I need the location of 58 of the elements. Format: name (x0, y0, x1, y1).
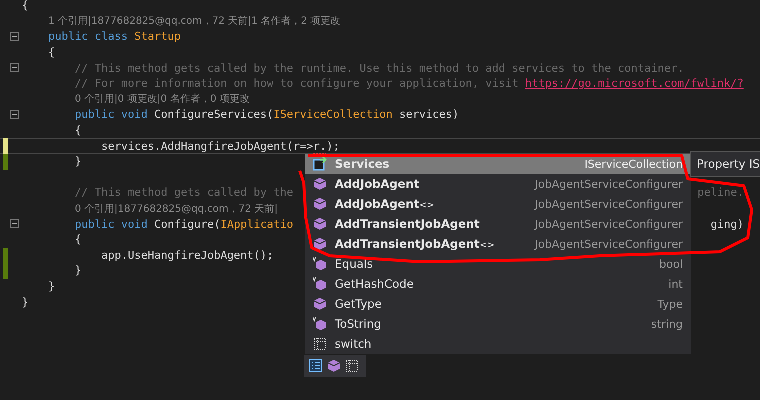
code-text: } (48, 280, 56, 293)
code-text: { (74, 233, 82, 246)
completion-item[interactable]: AddJobAgent<> JobAgentServiceConfigurer (305, 194, 691, 214)
code-text: services) (400, 108, 460, 122)
code-text: public class (48, 30, 129, 44)
list-icon[interactable] (309, 359, 323, 373)
cube-icon (313, 297, 327, 311)
collapse-icon[interactable] (10, 63, 19, 72)
code-text: public void (74, 108, 149, 122)
code-text: Startup (134, 30, 181, 44)
code-text: public void (74, 218, 149, 231)
tooltip-text: Property IS (690, 151, 760, 177)
codelens-text[interactable]: 0 个引用|1877682825@qq.com，72 天前| (74, 202, 278, 216)
code-text: Configure( (154, 218, 221, 231)
completion-item[interactable]: Equals bool (305, 254, 691, 274)
code-text: } (74, 155, 82, 168)
cube-icon[interactable] (327, 359, 341, 373)
cube-icon (313, 197, 327, 211)
codelens-text[interactable]: 0 个引用|0 项更改|0 名作者，0 项更改 (74, 92, 250, 106)
code-text: } (74, 264, 82, 278)
completion-item[interactable]: switch (305, 334, 691, 354)
cube-icon (313, 237, 327, 251)
code-text: ConfigureServices( (154, 108, 274, 122)
code-text: services.AddHangfireJobAgent(r=> (101, 140, 314, 153)
code-text: IApplicatio (220, 218, 294, 231)
code-text: r. (313, 140, 327, 153)
code-text: IServiceCollection (274, 108, 393, 122)
code-text: } (22, 296, 29, 309)
codelens-text[interactable]: 1 个引用|1877682825@qq.com，72 天前|1 名作者，2 项更改 (48, 14, 341, 28)
cube-icon (313, 217, 327, 231)
code-text: app.UseHangfireJobAgent(); (101, 248, 274, 262)
completion-item[interactable]: GetType Type (305, 294, 691, 314)
dotted-square-icon (313, 337, 327, 351)
completion-item[interactable]: AddTransientJobAgent JobAgentServiceConfigurer (305, 214, 691, 234)
code-text: { (48, 46, 56, 60)
code-comment: // For more information on how to configure your application, visit (74, 77, 520, 90)
cube-icon (313, 177, 327, 191)
code-text: { (74, 124, 82, 138)
completion-item[interactable]: AddTransientJobAgent<> JobAgentServiceConfigurer (305, 234, 691, 254)
completion-item[interactable]: AddJobAgent JobAgentServiceConfigurer (305, 174, 691, 194)
code-comment: // This method gets called by the (74, 186, 294, 200)
code-comment: peline. (698, 186, 744, 200)
code-text: ging) (710, 218, 744, 231)
cube-icon (313, 317, 327, 331)
property-icon (313, 157, 327, 171)
code-link[interactable]: https://go.microsoft.com/fwlink/? (525, 77, 744, 90)
dotted-square-icon[interactable] (345, 359, 359, 373)
code-text: ); (326, 140, 340, 153)
collapse-icon[interactable] (10, 32, 19, 42)
completion-item[interactable]: ToString string (305, 314, 691, 334)
error-squiggle (313, 152, 326, 156)
cube-icon (313, 257, 327, 271)
collapse-icon[interactable] (10, 219, 19, 228)
code-comment: // This method gets called by the runtime. Use this method to add services to the container. (74, 62, 684, 75)
collapse-icon[interactable] (10, 110, 19, 120)
completion-item[interactable]: GetHashCode int (305, 274, 691, 294)
cube-icon (313, 277, 327, 291)
code-text: { (22, 0, 29, 12)
